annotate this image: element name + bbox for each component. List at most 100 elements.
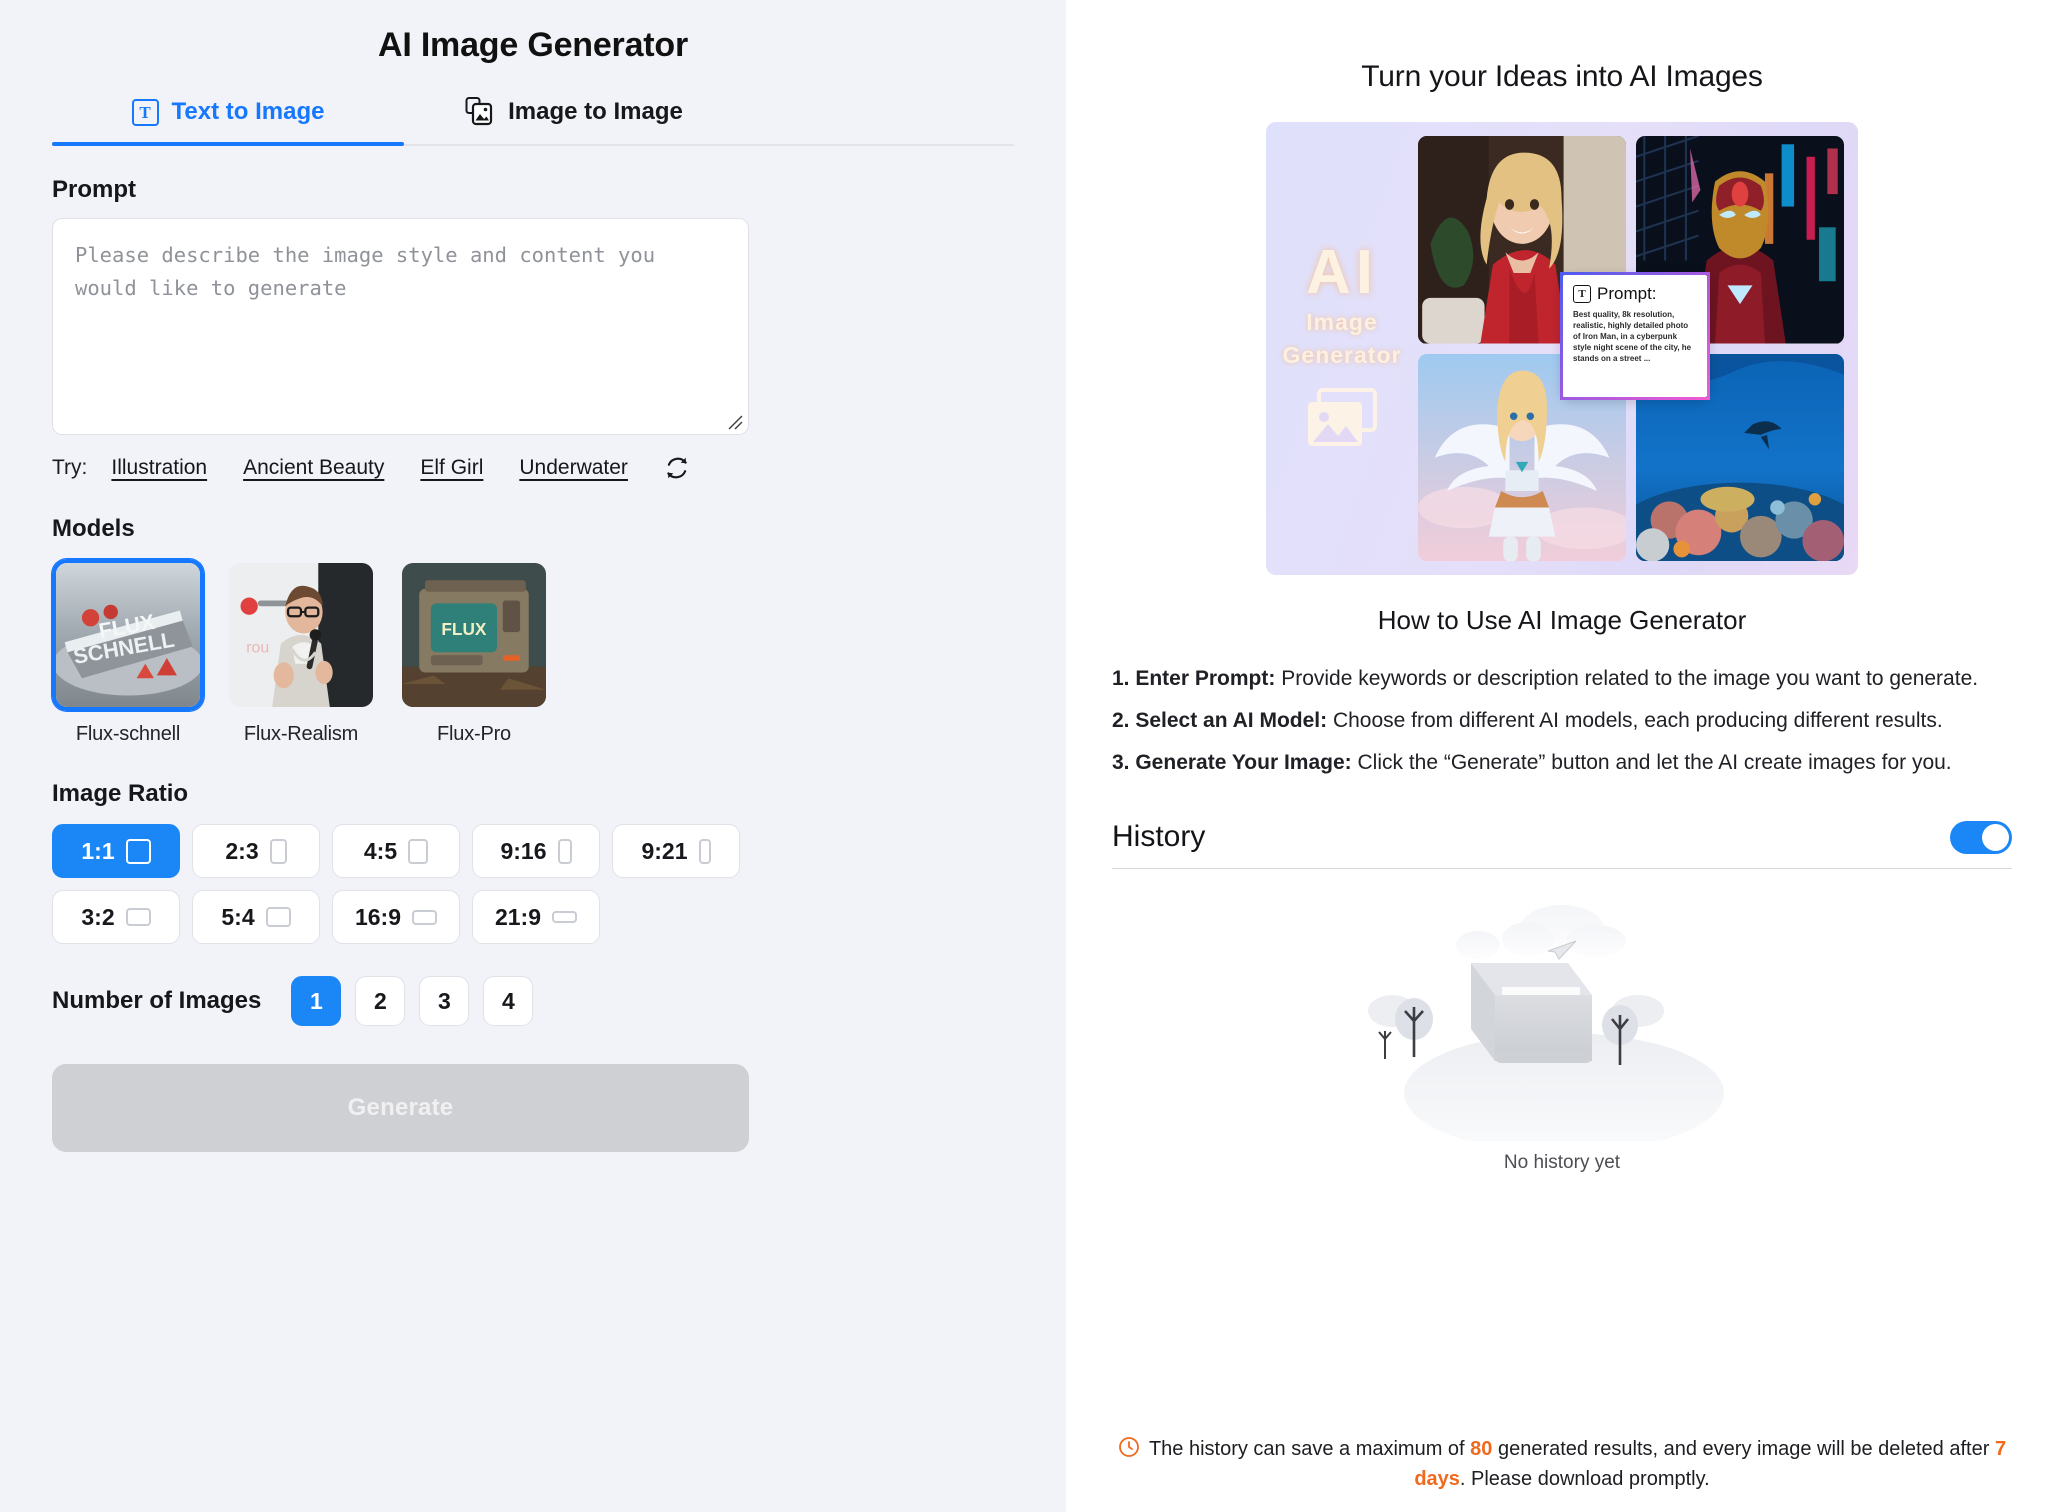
howto-step-2-title: 2. Select an AI Model: (1112, 709, 1328, 732)
try-link-elf-girl[interactable]: Elf Girl (420, 456, 483, 480)
ratio-option-3-2[interactable]: 3:2 (52, 890, 180, 944)
generator-form: Prompt Please describe the image style a… (0, 176, 1066, 1152)
ratio-glyph-icon (269, 838, 287, 864)
info-clock-icon (1119, 1437, 1139, 1457)
model-name: Flux-Pro (437, 723, 511, 745)
prompt-placeholder: Please describe the image style and cont… (75, 243, 668, 300)
ratio-label-text: 4:5 (363, 837, 398, 864)
ratio-label-text: 9:21 (641, 837, 688, 864)
mode-tabs: T Text to Image Image to Image (52, 87, 1014, 146)
history-empty-state: No history yet (1112, 869, 2012, 1174)
refresh-icon[interactable] (664, 455, 690, 481)
tab-image-to-image[interactable]: Image to Image (404, 87, 744, 144)
ratio-option-9-21[interactable]: 9:21 (612, 824, 740, 878)
model-thumbnail: FLUX (398, 559, 550, 711)
footer-part2: generated results, and every image will … (1492, 1438, 1995, 1460)
howto-steps: 1. Enter Prompt: Provide keywords or des… (1112, 658, 2012, 784)
generator-panel: AI Image Generator T Text to Image Image… (0, 0, 1066, 1512)
generate-button[interactable]: Generate (52, 1064, 749, 1152)
image-to-image-icon (465, 97, 495, 127)
prompt-input[interactable]: Please describe the image style and cont… (52, 218, 749, 435)
ratio-options: 1:1 2:3 4:5 9:16 9:21 3:2 5:4 16:9 21:9 (52, 824, 752, 944)
svg-text:FLUX: FLUX (441, 619, 487, 639)
models-list: FLUX SCHNELL Flux-schnell rou Flux-Reali… (52, 559, 1014, 746)
model-card-flux-schnell[interactable]: FLUX SCHNELL Flux-schnell (52, 559, 204, 746)
svg-text:rou: rou (246, 639, 269, 656)
callout-title: Prompt: (1597, 284, 1657, 303)
image-count-label: Number of Images (52, 987, 262, 1014)
ratio-glyph-icon (412, 909, 438, 925)
ratio-option-2-3[interactable]: 2:3 (192, 824, 320, 878)
ratio-label-text: 2:3 (225, 837, 259, 864)
howto-step-3: 3. Generate Your Image: Click the “Gener… (1112, 742, 2012, 784)
tab-text-to-image[interactable]: T Text to Image (52, 87, 404, 146)
try-suggestions: Try: Illustration Ancient Beauty Elf Gir… (52, 455, 1014, 481)
history-header: History (1112, 820, 2012, 869)
app-root: AI Image Generator T Text to Image Image… (0, 0, 2058, 1512)
ratio-glyph-icon (557, 838, 572, 864)
try-link-underwater[interactable]: Underwater (519, 456, 628, 480)
howto-step-3-text: Click the “Generate” button and let the … (1351, 751, 1952, 774)
tab-image-to-image-label: Image to Image (508, 98, 683, 125)
hero-title: Turn your Ideas into AI Images (1361, 60, 1763, 93)
callout-body: Best quality, 8k resolution, realistic, … (1573, 310, 1692, 363)
callout-header: T Prompt: (1573, 284, 1697, 304)
ratio-label-text: 16:9 (354, 903, 402, 930)
ratio-glyph-icon (125, 838, 151, 864)
history-toggle[interactable] (1950, 820, 2012, 854)
model-name: Flux-Realism (243, 723, 359, 745)
try-link-ancient-beauty[interactable]: Ancient Beauty (243, 456, 384, 480)
image-count-option-4[interactable]: 4 (483, 976, 534, 1026)
hero-brand-line2: Generator (1282, 342, 1402, 368)
ratio-option-5-4[interactable]: 5:4 (192, 890, 320, 944)
footer-part1: The history can save a maximum of (1148, 1438, 1471, 1460)
prompt-label: Prompt (52, 176, 136, 203)
try-label: Try: (52, 456, 88, 479)
page-title: AI Image Generator (377, 26, 689, 64)
ratio-option-21-9[interactable]: 21:9 (472, 890, 600, 944)
model-card-flux-pro[interactable]: FLUX Flux-Pro (398, 559, 550, 746)
model-card-flux-realism[interactable]: rou Flux-Realism (225, 559, 377, 746)
model-name: Flux-schnell (75, 723, 181, 745)
ratio-label-text: 1:1 (81, 837, 115, 864)
ratio-option-9-16[interactable]: 9:16 (472, 824, 600, 878)
empty-box-illustration (1368, 905, 1724, 1153)
model-thumbnail: FLUX SCHNELL (52, 559, 204, 711)
ratio-label: Image Ratio (52, 780, 189, 807)
ratio-label-text: 21:9 (494, 903, 542, 930)
ratio-option-4-5[interactable]: 4:5 (332, 824, 460, 878)
howto-step-2: 2. Select an AI Model: Choose from diffe… (1112, 700, 2012, 742)
howto-step-1-text: Provide keywords or description related … (1275, 667, 1979, 690)
ratio-glyph-icon (265, 907, 291, 927)
hero-prompt-callout: T Prompt: Best quality, 8k resolution, r… (1560, 272, 1710, 400)
howto-step-3-title: 3. Generate Your Image: (1112, 751, 1352, 774)
model-thumbnail: rou (225, 559, 377, 711)
ratio-option-16-9[interactable]: 16:9 (332, 890, 460, 944)
howto-title: How to Use AI Image Generator (1377, 605, 1747, 635)
image-count-option-3[interactable]: 3 (419, 976, 470, 1026)
history-empty-text: No history yet (1503, 1152, 1621, 1173)
ratio-glyph-icon (698, 838, 711, 864)
models-label: Models (52, 515, 135, 542)
ratio-option-1-1[interactable]: 1:1 (52, 824, 180, 878)
resize-handle-icon[interactable] (725, 412, 743, 430)
howto-step-2-text: Choose from different AI models, each pr… (1327, 709, 1943, 732)
text-icon: T (131, 98, 159, 126)
ratio-label-text: 3:2 (81, 903, 115, 930)
text-icon: T (1573, 285, 1591, 303)
image-count-option-1[interactable]: 1 (291, 976, 342, 1026)
howto-step-1: 1. Enter Prompt: Provide keywords or des… (1112, 658, 2012, 700)
image-count-option-2[interactable]: 2 (355, 976, 406, 1026)
footer-part3: . Please download promptly. (1459, 1468, 1710, 1490)
hero-banner: AI Image Generator T Prompt: Best qualit… (1266, 122, 1858, 575)
ratio-label-text: 9:16 (500, 837, 547, 864)
history-retention-note: The history can save a maximum of 80 gen… (1112, 1434, 2012, 1494)
howto-step-1-title: 1. Enter Prompt: (1112, 667, 1276, 690)
hero-brand-ai: AI (1306, 238, 1378, 308)
ratio-glyph-icon (125, 908, 151, 926)
try-link-illustration[interactable]: Illustration (111, 456, 207, 480)
ratio-glyph-icon (552, 911, 578, 923)
hero-brand: AI Image Generator (1266, 122, 1418, 575)
ratio-glyph-icon (408, 838, 429, 864)
history-title: History (1112, 820, 1206, 853)
